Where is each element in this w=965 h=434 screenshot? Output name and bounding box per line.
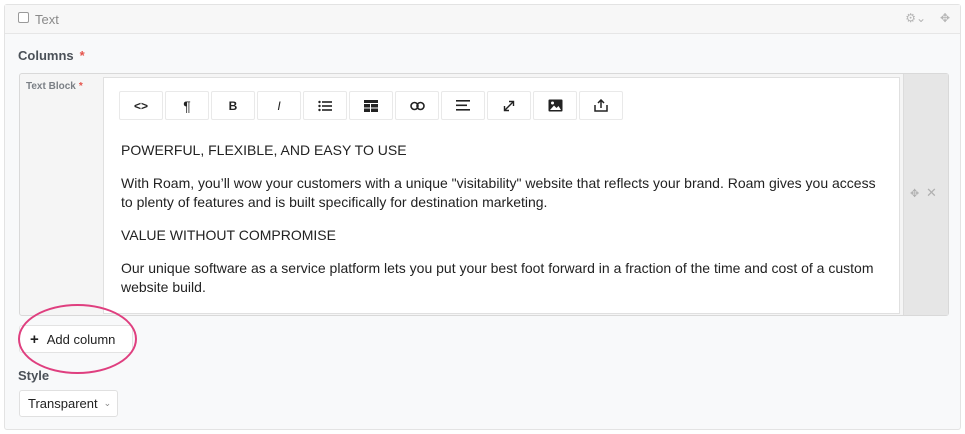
delete-row-icon[interactable]: ✕: [926, 185, 937, 201]
table-icon: [364, 99, 378, 112]
add-column-label: Add column: [46, 331, 116, 347]
align-left-icon: [456, 100, 470, 111]
content-heading: VALUE WITHOUT COMPROMISE: [121, 227, 336, 243]
row-actions: ✥ ✕: [903, 74, 948, 315]
bold-button[interactable]: B: [211, 91, 255, 120]
move-handle-icon[interactable]: ✥: [940, 11, 950, 25]
image-icon: [548, 99, 562, 112]
fullscreen-button[interactable]: [487, 91, 531, 120]
editor-content[interactable]: POWERFUL, FLEXIBLE, AND EASY TO USE With…: [121, 141, 889, 311]
add-column-button[interactable]: + Add column: [19, 325, 133, 353]
link-button[interactable]: [395, 91, 439, 120]
html-source-button[interactable]: <>: [119, 91, 163, 120]
chevron-down-icon: ⌄: [103, 398, 112, 408]
list-icon: [318, 100, 332, 111]
block-type-title: Text: [35, 12, 59, 27]
columns-matrix: Text Block * <> ¶ B I POWERFUL, FLEXIBLE…: [19, 73, 949, 316]
required-indicator: *: [79, 48, 85, 63]
columns-label: Columns *: [18, 48, 85, 63]
bold-icon: B: [228, 98, 238, 113]
link-icon: [409, 101, 425, 110]
required-indicator: *: [78, 81, 83, 92]
style-label: Style: [18, 368, 50, 383]
paragraph-icon: ¶: [183, 97, 191, 114]
upload-icon: [594, 99, 608, 112]
gear-icon[interactable]: ⚙︎⌄: [905, 11, 926, 25]
block-select-checkbox[interactable]: [18, 12, 29, 23]
content-heading: POWERFUL, FLEXIBLE, AND EASY TO USE: [121, 142, 407, 158]
row-label-text-block: Text Block *: [26, 81, 83, 92]
expand-icon: [503, 100, 515, 111]
text-block-panel: Text ⚙︎⌄ ✥ Columns * Text Block * <> ¶ B I: [4, 4, 961, 430]
unordered-list-button[interactable]: [303, 91, 347, 120]
plus-icon: +: [30, 330, 39, 348]
move-row-icon[interactable]: ✥: [910, 187, 919, 200]
italic-icon: I: [277, 98, 281, 113]
italic-button[interactable]: I: [257, 91, 301, 120]
upload-button[interactable]: [579, 91, 623, 120]
block-header: Text ⚙︎⌄ ✥: [5, 5, 960, 34]
paragraph-format-button[interactable]: ¶: [165, 91, 209, 120]
align-button[interactable]: [441, 91, 485, 120]
style-select[interactable]: Transparent ⌄: [19, 390, 118, 417]
editor-toolbar: <> ¶ B I: [119, 91, 623, 120]
image-button[interactable]: [533, 91, 577, 120]
code-icon: <>: [133, 98, 148, 113]
style-select-value: Transparent: [28, 396, 98, 411]
rich-text-editor[interactable]: <> ¶ B I POWERFUL, FLEXIBLE, AND EASY TO…: [103, 77, 900, 314]
table-button[interactable]: [349, 91, 393, 120]
content-paragraph: Our unique software as a service platfor…: [121, 260, 874, 295]
content-paragraph: With Roam, you’ll wow your customers wit…: [121, 175, 876, 210]
